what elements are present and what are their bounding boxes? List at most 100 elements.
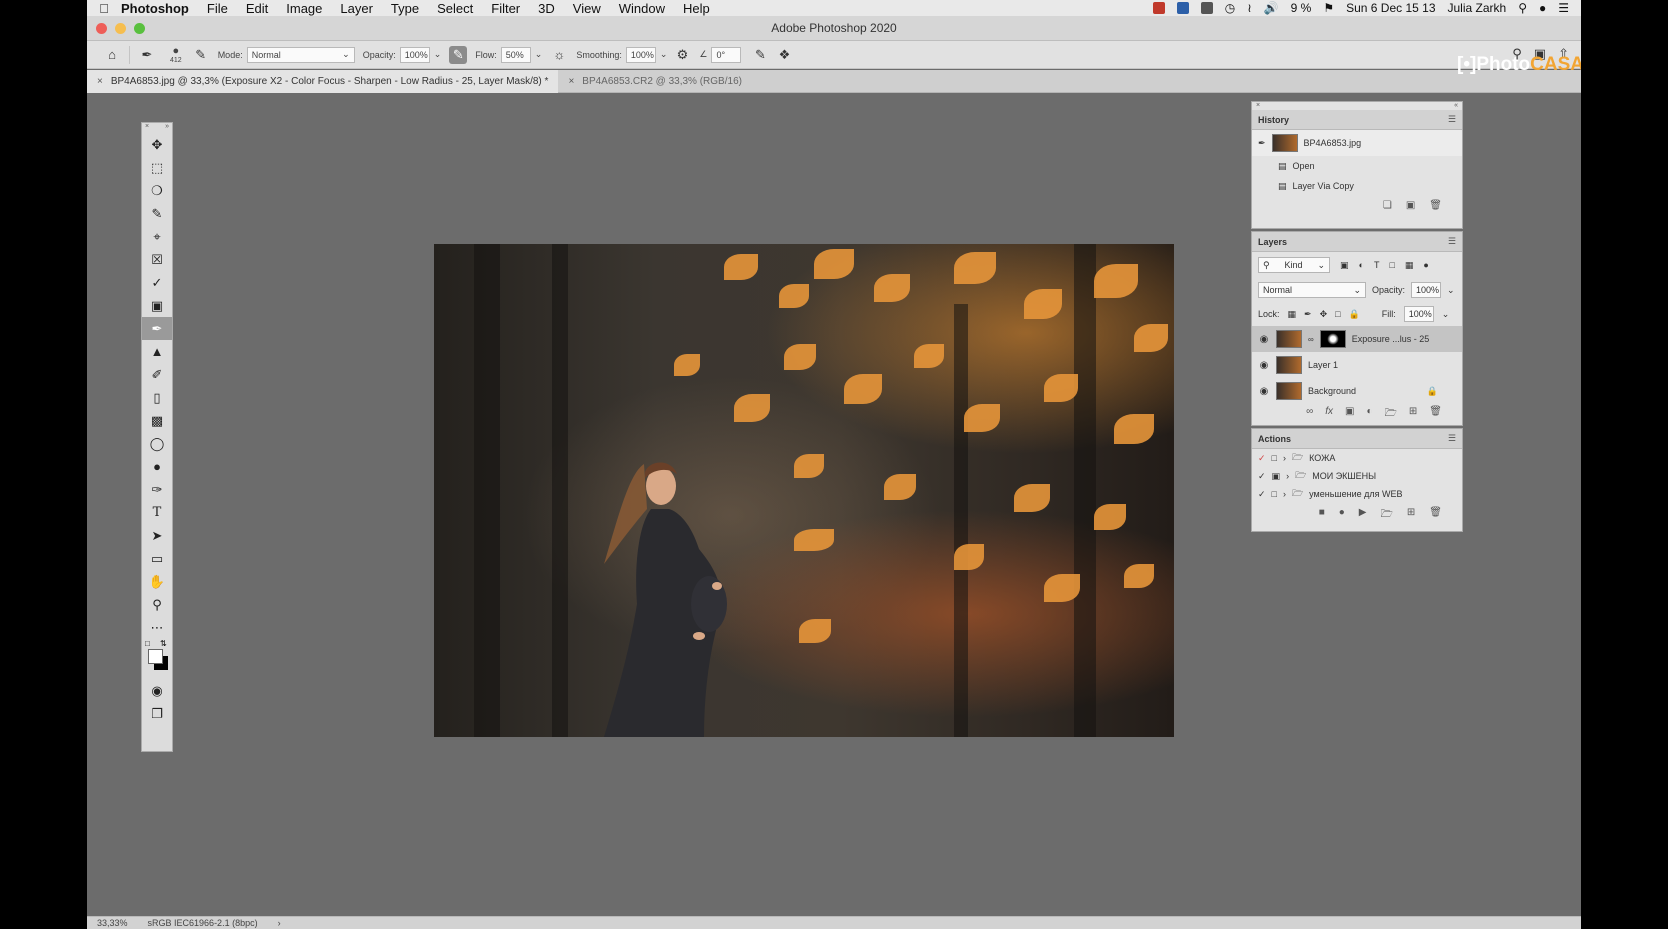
menu-layer[interactable]: Layer [340, 1, 373, 16]
eyedropper-tool-icon[interactable]: ✓ [142, 271, 172, 294]
menu-filter[interactable]: Filter [491, 1, 520, 16]
layer-row[interactable]: ◉ Background 🔒 [1252, 378, 1462, 404]
chain-link-icon[interactable]: ∞ [1308, 335, 1314, 344]
type-tool-icon[interactable]: T [142, 501, 172, 524]
menu-select[interactable]: Select [437, 1, 473, 16]
lock-icon[interactable]: 🔒 [1427, 386, 1438, 397]
layer-opacity-input[interactable]: 100% [1411, 282, 1442, 298]
blend-mode-select[interactable]: Normal ⌄ [1258, 282, 1366, 298]
panel-menu-icon[interactable]: ☰ [1448, 433, 1456, 444]
chevron-right-icon[interactable]: › [1286, 471, 1289, 481]
blur-tool-icon[interactable]: ◯ [142, 432, 172, 455]
siri-icon[interactable]: ● [1539, 1, 1546, 15]
lock-position-icon[interactable]: ✥ [1320, 309, 1328, 320]
apple-icon[interactable]:  [87, 1, 121, 16]
eye-icon[interactable]: ◉ [1258, 360, 1270, 371]
check-icon[interactable]: ✓ [1258, 489, 1266, 500]
layer-thumbnail[interactable] [1276, 356, 1302, 374]
adjustment-filter-icon[interactable]: ◐ [1359, 260, 1364, 270]
smart-object-filter-icon[interactable]: ▦ [1405, 260, 1414, 271]
screen-mode-icon[interactable]: ❐ [142, 702, 172, 725]
foreground-color-swatch[interactable] [148, 649, 163, 664]
chevron-right-icon[interactable]: › [278, 918, 281, 928]
close-icon[interactable]: × [145, 123, 149, 133]
zoom-tool-icon[interactable]: ⚲ [142, 593, 172, 616]
adjustment-layer-icon[interactable]: ◐ [1366, 406, 1372, 423]
tools-panel-header[interactable]: × » [142, 123, 172, 133]
panel-menu-icon[interactable]: ☰ [1448, 114, 1456, 125]
fx-icon[interactable]: fx [1325, 406, 1333, 423]
clock-icon[interactable]: ◷ [1225, 1, 1235, 15]
folder-icon[interactable]: 🗁 [1385, 406, 1397, 423]
lasso-tool-icon[interactable]: ❍ [142, 179, 172, 202]
screen-share-icon[interactable] [1176, 2, 1189, 14]
layer-row[interactable]: ◉ Layer 1 [1252, 352, 1462, 378]
pen-tool-icon[interactable]: ✑ [142, 478, 172, 501]
layer-opacity-chevron-icon[interactable]: ⌄ [1447, 285, 1455, 296]
action-set-row[interactable]: ✓ □ › 🗁 уменьшение для WEB [1252, 485, 1462, 503]
dialog-toggle-icon[interactable]: ▣ [1272, 471, 1281, 482]
layer-fill-input[interactable]: 100% [1403, 306, 1434, 322]
user-name[interactable]: Julia Zarkh [1448, 1, 1507, 15]
close-icon[interactable]: × [568, 76, 574, 87]
frame-tool-icon[interactable]: ☒ [142, 248, 172, 271]
history-state[interactable]: ▤ Open [1252, 156, 1462, 176]
lock-transparent-icon[interactable]: ▦ [1288, 309, 1297, 320]
marquee-tool-icon[interactable]: ⬚ [142, 156, 172, 179]
layer-mask-thumbnail[interactable] [1319, 330, 1346, 348]
more-tools-icon[interactable]: ⋯ [142, 616, 172, 639]
type-filter-icon[interactable]: T [1374, 260, 1380, 270]
menu-edit[interactable]: Edit [246, 1, 268, 16]
home-icon[interactable]: ⌂ [103, 46, 121, 64]
menu-3d[interactable]: 3D [538, 1, 555, 16]
panel-menu-icon[interactable]: ☰ [1448, 236, 1456, 247]
gradient-tool-icon[interactable]: ▩ [142, 409, 172, 432]
layer-thumbnail[interactable] [1276, 330, 1302, 348]
airbrush-icon[interactable]: ☼ [550, 46, 568, 64]
opacity-input[interactable]: 100% [399, 46, 430, 63]
flow-input[interactable]: 50% [500, 46, 531, 63]
status-icon[interactable] [1200, 2, 1213, 14]
smoothing-input[interactable]: 100% [625, 46, 656, 63]
new-document-from-state-icon[interactable]: ❏ [1383, 200, 1392, 211]
eraser-tool-icon[interactable]: ▯ [142, 386, 172, 409]
new-action-icon[interactable]: ⊞ [1407, 507, 1415, 524]
hand-tool-icon[interactable]: ✋ [142, 570, 172, 593]
quick-mask-icon[interactable]: ◉ [142, 679, 172, 702]
history-brush-source-icon[interactable]: ✒ [1258, 138, 1266, 149]
pixel-filter-icon[interactable]: ▣ [1340, 260, 1349, 271]
lock-image-icon[interactable]: ✒ [1304, 309, 1312, 320]
close-icon[interactable]: × [97, 76, 103, 87]
clone-stamp-tool-icon[interactable]: ▲ [142, 340, 172, 363]
brush-tool-preset-icon[interactable]: ✒ [138, 46, 156, 64]
crop-tool-icon[interactable]: ⌖ [142, 225, 172, 248]
menu-file[interactable]: File [207, 1, 228, 16]
tab-actions[interactable]: Actions [1258, 434, 1291, 444]
app-status-icon[interactable] [1152, 2, 1165, 14]
dialog-toggle-icon[interactable]: □ [1272, 453, 1277, 463]
tab-history[interactable]: History [1258, 115, 1289, 125]
pressure-opacity-icon[interactable]: ✎ [449, 45, 468, 64]
canvas-area[interactable]: × » ✥ ⬚ ❍ ✎ ⌖ ☒ ✓ ▣ ✒ ▲ ✐ ▯ ▩ ◯ ● ✑ T ➤ … [87, 93, 1581, 916]
add-mask-icon[interactable]: ▣ [1345, 406, 1354, 423]
tab-document-cr2[interactable]: × BP4A6853.CR2 @ 33,3% (RGB/16) [558, 70, 752, 93]
brush-tool-icon[interactable]: ✒ [142, 317, 172, 340]
symmetry-icon[interactable]: ❖ [775, 46, 793, 64]
quick-select-tool-icon[interactable]: ✎ [142, 202, 172, 225]
notification-center-icon[interactable]: ☰ [1558, 1, 1569, 15]
color-swatches[interactable]: □ ⇅ [142, 639, 172, 679]
flow-chevron-icon[interactable]: ⌄ [535, 49, 543, 60]
menu-view[interactable]: View [573, 1, 601, 16]
move-tool-icon[interactable]: ✥ [142, 133, 172, 156]
menu-image[interactable]: Image [286, 1, 322, 16]
filter-toggle-icon[interactable]: ● [1423, 260, 1428, 270]
history-brush-tool-icon[interactable]: ✐ [142, 363, 172, 386]
new-layer-icon[interactable]: ⊞ [1409, 406, 1417, 423]
mode-select[interactable]: Normal ⌄ [246, 46, 355, 63]
swap-colors-icon[interactable]: ⇅ [160, 639, 167, 648]
layer-row-selected[interactable]: ◉ ∞ Exposure ...lus - 25 [1252, 326, 1462, 352]
path-selection-tool-icon[interactable]: ➤ [142, 524, 172, 547]
layer-kind-filter[interactable]: ⚲ Kind ⌄ [1258, 257, 1330, 273]
collapse-icon[interactable]: « [1454, 102, 1458, 110]
collapse-icon[interactable]: » [165, 123, 169, 133]
